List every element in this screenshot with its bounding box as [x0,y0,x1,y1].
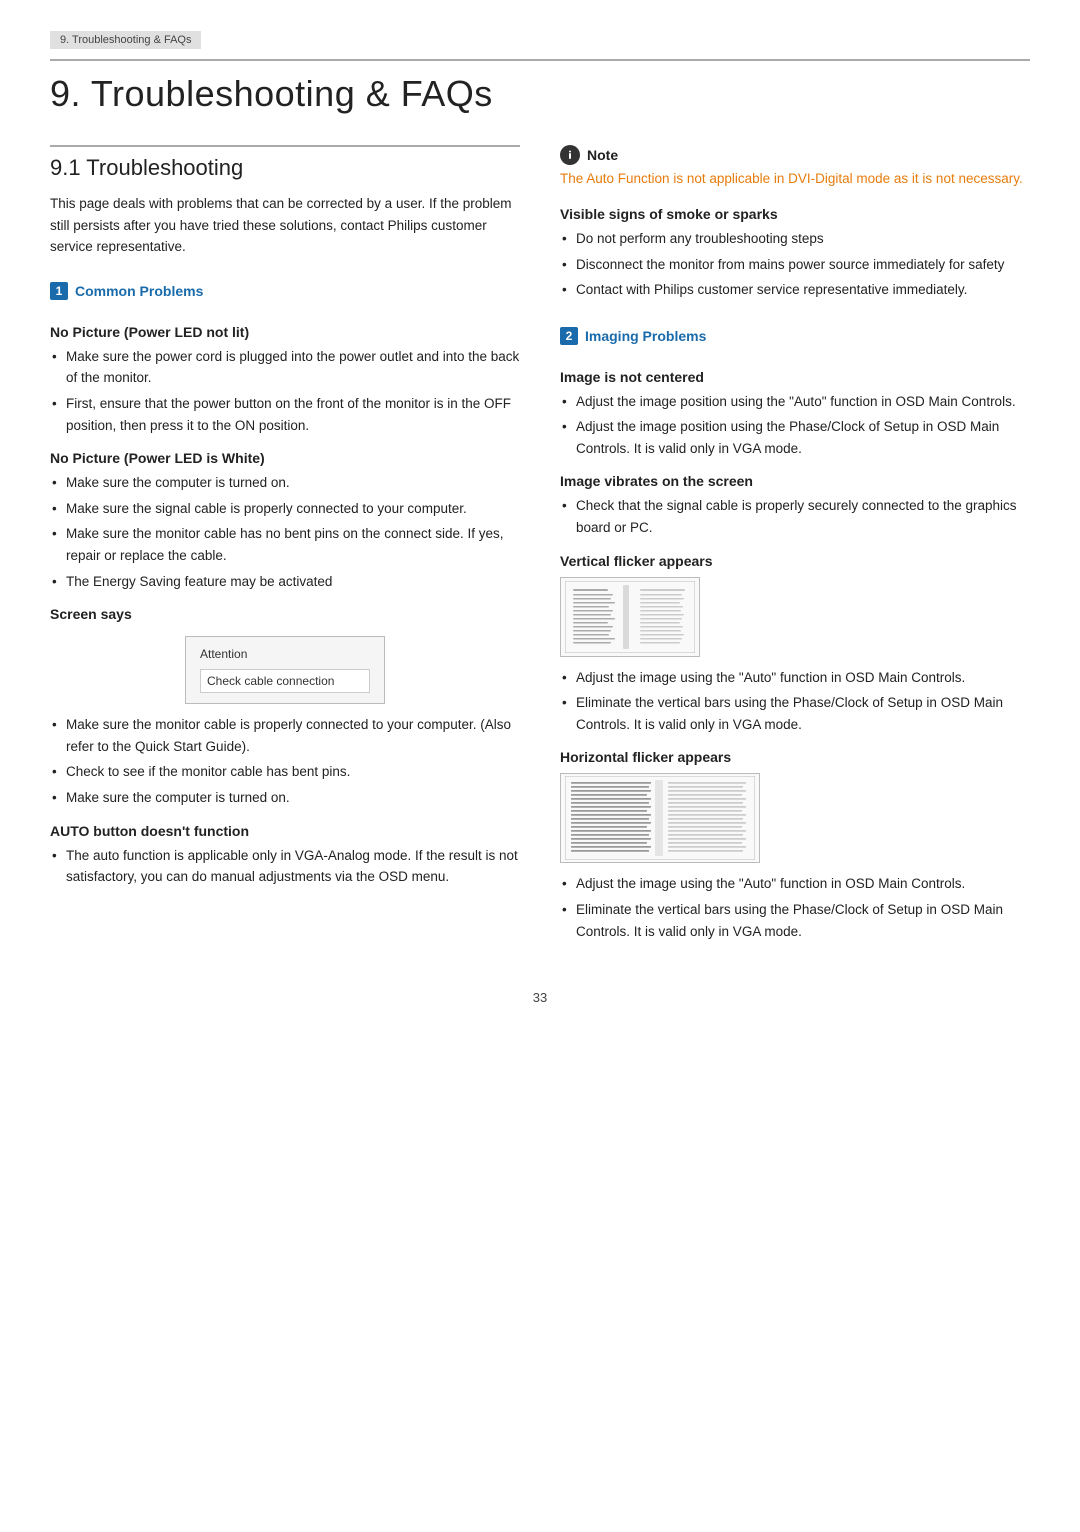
two-column-layout: 9.1 Troubleshooting This page deals with… [50,145,1030,950]
section-intro: This page deals with problems that can b… [50,193,520,258]
image-not-centered-heading: Image is not centered [560,369,1030,385]
list-item: Make sure the power cord is plugged into… [50,346,520,389]
auto-button-list: The auto function is applicable only in … [50,845,520,888]
list-item: Make sure the monitor cable has no bent … [50,523,520,566]
badge-num-1: 1 [50,282,68,300]
list-item: Do not perform any troubleshooting steps [560,228,1030,250]
list-item: Check to see if the monitor cable has be… [50,761,520,783]
screen-says-list: Make sure the monitor cable is properly … [50,714,520,808]
list-item: Contact with Philips customer service re… [560,279,1030,301]
screen-says-attention: Attention [200,647,370,661]
visible-smoke-heading: Visible signs of smoke or sparks [560,206,1030,222]
page-number: 33 [50,990,1030,1005]
badge-num-2: 2 [560,327,578,345]
list-item: Make sure the monitor cable is properly … [50,714,520,757]
no-picture-led-white-heading: No Picture (Power LED is White) [50,450,520,466]
note-text: The Auto Function is not applicable in D… [560,169,1030,190]
list-item: Check that the signal cable is properly … [560,495,1030,538]
common-problems-badge: 1 Common Problems [50,282,203,300]
list-item: First, ensure that the power button on t… [50,393,520,436]
breadcrumb: 9. Troubleshooting & FAQs [50,31,201,49]
horizontal-flicker-image [560,773,760,863]
list-item: Eliminate the vertical bars using the Ph… [560,899,1030,942]
left-column: 9.1 Troubleshooting This page deals with… [50,145,520,950]
no-picture-led-white-list: Make sure the computer is turned on. Mak… [50,472,520,592]
no-picture-led-not-lit-list: Make sure the power cord is plugged into… [50,346,520,436]
list-item: Adjust the image position using the Phas… [560,416,1030,459]
visible-smoke-list: Do not perform any troubleshooting steps… [560,228,1030,301]
vertical-flicker-heading: Vertical flicker appears [560,553,1030,569]
chapter-title: 9. Troubleshooting & FAQs [50,59,1030,115]
page: 9. Troubleshooting & FAQs 9. Troubleshoo… [0,0,1080,1532]
common-problems-label: Common Problems [75,283,203,299]
list-item: Adjust the image position using the "Aut… [560,391,1030,413]
horizontal-flicker-heading: Horizontal flicker appears [560,749,1030,765]
list-item: Adjust the image using the "Auto" functi… [560,873,1030,895]
list-item: Disconnect the monitor from mains power … [560,254,1030,276]
section-title: 9.1 Troubleshooting [50,145,520,181]
image-vibrates-list: Check that the signal cable is properly … [560,495,1030,538]
screen-says-heading: Screen says [50,606,520,622]
right-column: Note The Auto Function is not applicable… [560,145,1030,950]
image-vibrates-heading: Image vibrates on the screen [560,473,1030,489]
horizontal-flicker-list: Adjust the image using the "Auto" functi… [560,873,1030,942]
breadcrumb-text: 9. Troubleshooting & FAQs [60,34,191,46]
list-item: Eliminate the vertical bars using the Ph… [560,692,1030,735]
list-item: Make sure the computer is turned on. [50,472,520,494]
screen-says-box: Attention Check cable connection [185,636,385,704]
list-item: The Energy Saving feature may be activat… [50,571,520,593]
note-label: Note [587,147,618,163]
note-header: Note [560,145,1030,165]
list-item: Make sure the computer is turned on. [50,787,520,809]
auto-button-heading: AUTO button doesn't function [50,823,520,839]
screen-says-content: Check cable connection [200,669,370,693]
imaging-problems-label: Imaging Problems [585,328,706,344]
list-item: Adjust the image using the "Auto" functi… [560,667,1030,689]
list-item: The auto function is applicable only in … [50,845,520,888]
note-icon [560,145,580,165]
list-item: Make sure the signal cable is properly c… [50,498,520,520]
vertical-flicker-list: Adjust the image using the "Auto" functi… [560,667,1030,736]
note-box: Note The Auto Function is not applicable… [560,145,1030,190]
image-not-centered-list: Adjust the image position using the "Aut… [560,391,1030,460]
imaging-problems-badge: 2 Imaging Problems [560,327,706,345]
no-picture-led-not-lit-heading: No Picture (Power LED not lit) [50,324,520,340]
vertical-flicker-image [560,577,700,657]
